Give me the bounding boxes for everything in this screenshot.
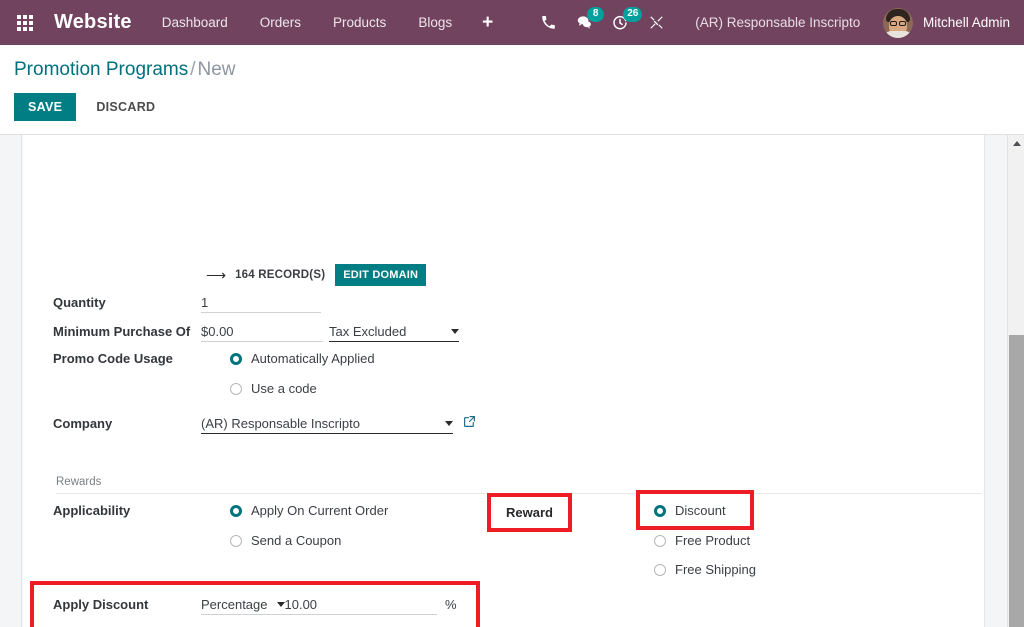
radio-dot-icon[interactable]	[230, 383, 242, 395]
action-buttons: SAVE DISCARD	[0, 81, 1024, 134]
quantity-label: Quantity	[53, 295, 201, 310]
field-company: Company (AR) Responsable Inscripto	[53, 415, 476, 434]
radio-dot-icon[interactable]	[654, 535, 666, 547]
apply-discount-input-group[interactable]: Percentage 10.00	[201, 597, 437, 615]
breadcrumb-promotion-programs[interactable]: Promotion Programs	[14, 59, 188, 80]
discount-amount-value[interactable]: 10.00	[285, 597, 318, 612]
field-promo-code-usage: Promo Code Usage	[53, 351, 201, 366]
discount-type-value[interactable]: Percentage	[201, 597, 268, 612]
app-brand-website[interactable]: Website	[54, 11, 132, 34]
tax-mode-select[interactable]: Tax Excluded	[329, 324, 459, 342]
radio-dot-icon[interactable]	[230, 505, 242, 517]
radio-dot-icon[interactable]	[654, 564, 666, 576]
system-icons: 8 26	[531, 0, 673, 45]
radio-send-a-coupon[interactable]: Send a Coupon	[230, 533, 341, 548]
radio-label: Automatically Applied	[251, 351, 375, 366]
company-select[interactable]: (AR) Responsable Inscripto	[201, 416, 453, 434]
discard-button[interactable]: DISCARD	[90, 93, 161, 121]
menu-item-blogs[interactable]: Blogs	[402, 0, 468, 45]
top-navigation-bar: Website Dashboard Orders Products Blogs …	[0, 0, 1024, 45]
username-label: Mitchell Admin	[923, 15, 1010, 30]
radio-label: Send a Coupon	[251, 533, 341, 548]
control-panel: Promotion Programs/New SAVE DISCARD	[0, 45, 1024, 134]
radio-free-shipping[interactable]: Free Shipping	[654, 562, 756, 577]
developer-tools-icon[interactable]	[639, 0, 673, 45]
rewards-section-title: Rewards	[56, 476, 101, 488]
company-value: (AR) Responsable Inscripto	[201, 416, 360, 431]
chevron-down-icon	[451, 329, 459, 334]
applicability-label: Applicability	[53, 503, 201, 518]
sheet-left-gutter	[0, 135, 22, 627]
active-company-label[interactable]: (AR) Responsable Inscripto	[695, 15, 860, 30]
radio-use-a-code[interactable]: Use a code	[230, 381, 317, 396]
chevron-down-icon[interactable]	[277, 602, 285, 607]
activities-clock-icon[interactable]: 26	[603, 0, 637, 45]
chevron-down-icon	[445, 421, 453, 426]
promo-code-usage-label: Promo Code Usage	[53, 351, 201, 366]
messages-badge: 8	[587, 7, 604, 22]
sheet-right-gutter	[985, 135, 1007, 627]
percent-unit-label: %	[445, 597, 457, 612]
menu-item-products[interactable]: Products	[317, 0, 402, 45]
breadcrumb-separator: /	[190, 59, 195, 80]
messages-icon[interactable]: 8	[567, 0, 601, 45]
arrow-right-icon: ⟶	[206, 268, 226, 282]
save-button[interactable]: SAVE	[14, 93, 76, 121]
menu-item-dashboard[interactable]: Dashboard	[146, 0, 244, 45]
form-sheet: ⟶ 164 RECORD(S) EDIT DOMAIN Quantity 1 M…	[23, 135, 985, 627]
vertical-scrollbar[interactable]	[1007, 135, 1024, 627]
apply-discount-label: Apply Discount	[53, 597, 201, 612]
main-menu: Dashboard Orders Products Blogs +	[146, 0, 507, 45]
radio-label: Use a code	[251, 381, 317, 396]
radio-label: Discount	[675, 503, 726, 518]
radio-label: Free Shipping	[675, 562, 756, 577]
company-label: Company	[53, 416, 201, 431]
field-quantity: Quantity 1	[53, 295, 321, 313]
record-count-label[interactable]: 164 RECORD(S)	[235, 269, 325, 281]
radio-dot-icon[interactable]	[230, 535, 242, 547]
user-menu[interactable]: Mitchell Admin	[883, 8, 1014, 38]
domain-records-bar: ⟶ 164 RECORD(S) EDIT DOMAIN	[206, 265, 426, 285]
form-sheet-area: ⟶ 164 RECORD(S) EDIT DOMAIN Quantity 1 M…	[0, 134, 1024, 627]
radio-discount[interactable]: Discount	[654, 503, 726, 518]
field-apply-discount: Apply Discount Percentage 10.00 %	[53, 597, 457, 615]
quantity-input[interactable]: 1	[201, 295, 321, 313]
radio-label: Apply On Current Order	[251, 503, 388, 518]
radio-free-product[interactable]: Free Product	[654, 533, 750, 548]
annotation-label-reward: Reward	[487, 493, 572, 532]
breadcrumb-current: New	[198, 59, 236, 80]
radio-dot-icon[interactable]	[230, 353, 242, 365]
radio-dot-icon[interactable]	[654, 505, 666, 517]
external-link-icon[interactable]	[463, 415, 476, 428]
breadcrumb: Promotion Programs/New	[0, 59, 1024, 81]
menu-add-icon[interactable]: +	[468, 0, 507, 45]
tax-mode-value: Tax Excluded	[329, 324, 406, 339]
menu-item-orders[interactable]: Orders	[244, 0, 317, 45]
field-applicability: Applicability	[53, 503, 201, 518]
minimum-purchase-label: Minimum Purchase Of	[53, 324, 201, 339]
scroll-up-arrow-icon[interactable]	[1008, 135, 1024, 152]
radio-apply-on-current-order[interactable]: Apply On Current Order	[230, 503, 388, 518]
phone-icon[interactable]	[531, 0, 565, 45]
field-minimum-purchase: Minimum Purchase Of $0.00 Tax Excluded	[53, 324, 459, 342]
minimum-purchase-input[interactable]: $0.00	[201, 324, 323, 342]
radio-automatically-applied[interactable]: Automatically Applied	[230, 351, 375, 366]
edit-domain-button[interactable]: EDIT DOMAIN	[335, 264, 426, 286]
radio-label: Free Product	[675, 533, 750, 548]
apps-grid-icon[interactable]	[8, 0, 42, 45]
scrollbar-thumb[interactable]	[1009, 335, 1024, 627]
avatar	[883, 8, 913, 38]
